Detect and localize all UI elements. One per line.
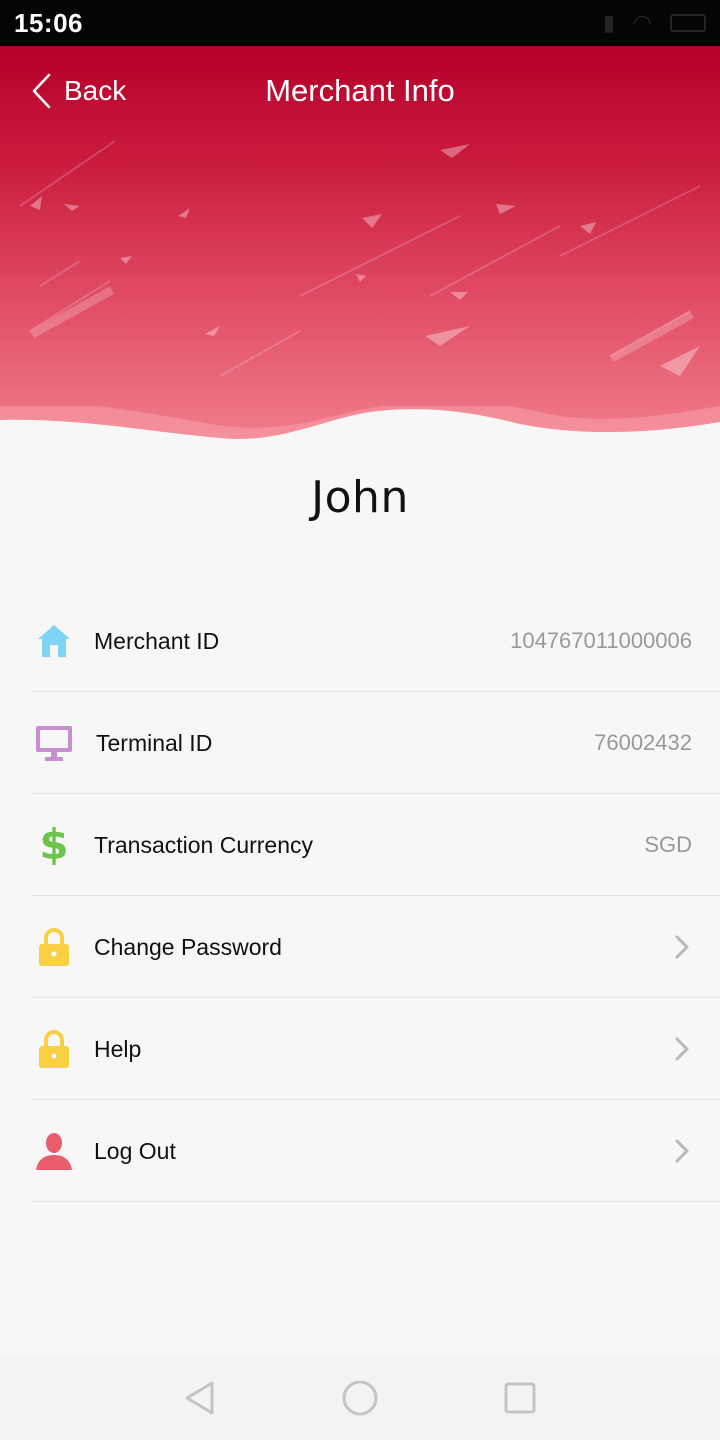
merchant-id-row: Merchant ID 104767011000006 <box>0 590 720 692</box>
back-button[interactable]: Back <box>30 70 126 112</box>
user-icon <box>34 1131 74 1171</box>
chevron-right-icon <box>672 933 692 961</box>
help-row[interactable]: Help <box>0 998 720 1100</box>
log-out-label: Log Out <box>94 1137 176 1164</box>
terminal-id-value: 76002432 <box>594 730 692 755</box>
home-icon <box>34 621 74 661</box>
status-time: 15:06 <box>14 7 83 38</box>
terminal-id-row: Terminal ID 76002432 <box>0 692 720 794</box>
merchant-id-value: 104767011000006 <box>510 628 692 653</box>
change-password-label: Change Password <box>94 933 282 960</box>
header-banner: Back Merchant Info <box>0 46 720 446</box>
back-label: Back <box>64 75 127 106</box>
monitor-icon <box>34 723 74 763</box>
merchant-name: John <box>311 472 409 523</box>
help-label: Help <box>94 1035 142 1062</box>
home-circle-icon[interactable] <box>340 1378 380 1418</box>
wifi-icon: ◠ <box>632 10 652 35</box>
log-out-row[interactable]: Log Out <box>0 1100 720 1202</box>
lock-icon <box>34 1029 74 1069</box>
recents-square-icon[interactable] <box>500 1378 540 1418</box>
status-icons: ▮ ◠ <box>603 10 706 36</box>
chevron-left-icon <box>32 73 51 109</box>
transaction-currency-value: SGD <box>644 832 692 857</box>
dollar-icon: $ <box>39 820 69 869</box>
chevron-right-icon <box>672 1035 692 1063</box>
lock-icon <box>34 927 74 967</box>
change-password-row[interactable]: Change Password <box>0 896 720 998</box>
chevron-right-icon <box>672 1137 692 1165</box>
merchant-info-list: Merchant ID 104767011000006 Terminal ID … <box>0 590 720 1202</box>
system-navigation-bar <box>0 1356 720 1440</box>
back-triangle-icon[interactable] <box>180 1378 220 1418</box>
signal-icon: ▮ <box>602 10 615 35</box>
wave-divider <box>0 406 720 446</box>
transaction-currency-label: Transaction Currency <box>94 831 314 858</box>
terminal-id-label: Terminal ID <box>96 729 213 756</box>
battery-icon <box>670 14 706 32</box>
status-bar: 15:06 ▮ ◠ <box>0 0 720 46</box>
merchant-id-label: Merchant ID <box>94 627 220 654</box>
transaction-currency-row: $ Transaction Currency SGD <box>0 794 720 896</box>
